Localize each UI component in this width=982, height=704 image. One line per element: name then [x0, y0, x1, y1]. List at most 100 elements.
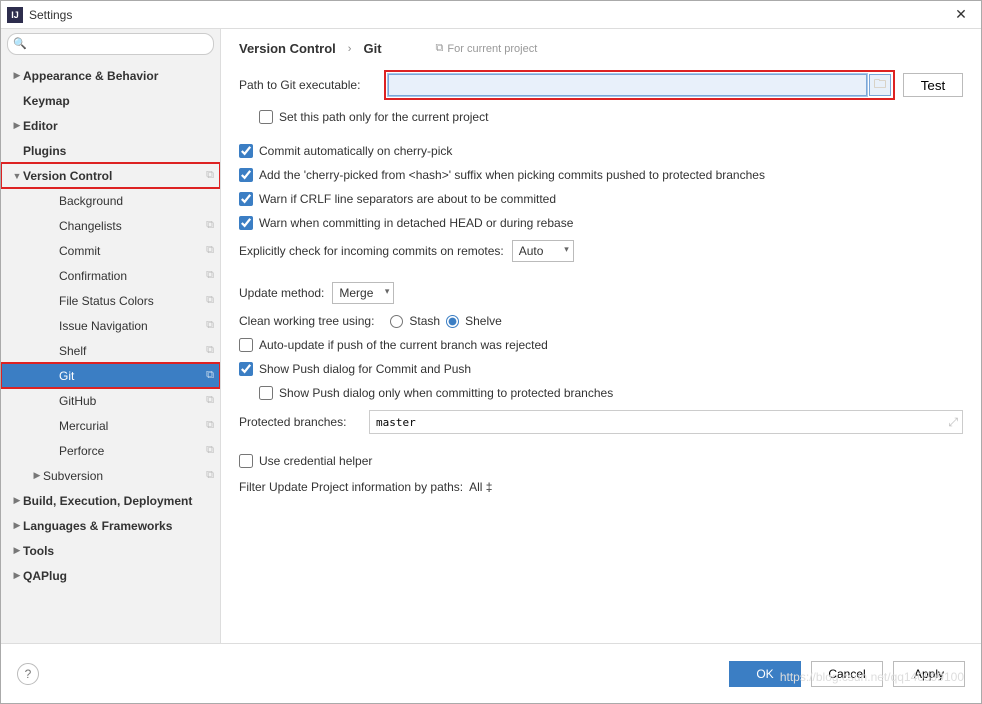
tree-item-qaplug[interactable]: ▶QAPlug — [1, 563, 220, 588]
search-input[interactable] — [7, 33, 214, 55]
copy-icon: ⧉ — [206, 169, 214, 182]
tree-item-subversion[interactable]: ▶Subversion⧉ — [1, 463, 220, 488]
protected-branches-input[interactable] — [369, 410, 963, 434]
breadcrumb-sep: › — [348, 43, 352, 55]
apply-button[interactable]: Apply — [893, 661, 965, 687]
tree-item-tools[interactable]: ▶Tools — [1, 538, 220, 563]
set-path-only-checkbox[interactable] — [259, 110, 273, 124]
scope-label: ⧉For current project — [436, 42, 538, 55]
copy-icon: ⧉ — [206, 344, 214, 357]
tree-label: Confirmation — [59, 269, 206, 283]
arrow-icon: ▶ — [11, 545, 23, 556]
tree-label: Version Control — [23, 169, 206, 183]
tree-label: Subversion — [43, 469, 206, 483]
tree-item-confirmation[interactable]: Confirmation⧉ — [1, 263, 220, 288]
footer: ? OK Cancel Apply — [1, 643, 981, 703]
path-label: Path to Git executable: — [239, 78, 384, 92]
tree-label: Tools — [23, 544, 214, 558]
expand-icon[interactable]: ⤢ — [948, 415, 958, 430]
tree-label: QAPlug — [23, 569, 214, 583]
tree-item-commit[interactable]: Commit⧉ — [1, 238, 220, 263]
auto-update-checkbox[interactable] — [239, 338, 253, 352]
use-cred-checkbox[interactable] — [239, 454, 253, 468]
tree-label: File Status Colors — [59, 294, 206, 308]
add-suffix-checkbox[interactable] — [239, 168, 253, 182]
arrow-icon: ▶ — [31, 470, 43, 481]
tree-label: Languages & Frameworks — [23, 519, 214, 533]
commit-auto-checkbox[interactable] — [239, 144, 253, 158]
tree-label: Git — [59, 369, 206, 383]
test-button[interactable]: Test — [903, 73, 963, 97]
arrow-icon: ▶ — [11, 570, 23, 581]
copy-icon: ⧉ — [206, 469, 214, 482]
copy-icon: ⧉ — [206, 294, 214, 307]
ok-button[interactable]: OK — [729, 661, 801, 687]
cancel-button[interactable]: Cancel — [811, 661, 883, 687]
copy-icon: ⧉ — [206, 444, 214, 457]
tree-label: Build, Execution, Deployment — [23, 494, 214, 508]
browse-button[interactable]: 🗀 — [869, 74, 891, 96]
path-input-highlight: 🗀 — [384, 70, 895, 100]
update-method-select[interactable]: Merge — [332, 282, 394, 304]
tree-item-shelf[interactable]: Shelf⧉ — [1, 338, 220, 363]
tree-label: Mercurial — [59, 419, 206, 433]
tree-item-changelists[interactable]: Changelists⧉ — [1, 213, 220, 238]
tree-label: Perforce — [59, 444, 206, 458]
main-panel: Version Control › Git ⧉For current proje… — [221, 29, 981, 643]
copy-icon: ⧉ — [436, 42, 444, 55]
window-title: Settings — [29, 8, 947, 22]
copy-icon: ⧉ — [206, 419, 214, 432]
tree-item-plugins[interactable]: Plugins — [1, 138, 220, 163]
update-method-label: Update method: — [239, 286, 324, 300]
folder-icon: 🗀 — [874, 75, 886, 96]
arrow-icon: ▼ — [11, 171, 23, 181]
arrow-icon: ▶ — [11, 70, 23, 81]
copy-icon: ⧉ — [206, 219, 214, 232]
filter-label: Filter Update Project information by pat… — [239, 480, 463, 494]
tree-label: GitHub — [59, 394, 206, 408]
tree-label: Keymap — [23, 94, 214, 108]
tree-item-keymap[interactable]: Keymap — [1, 88, 220, 113]
git-path-input[interactable] — [388, 74, 867, 96]
tree-item-git[interactable]: Git⧉ — [1, 363, 220, 388]
filter-value[interactable]: All ‡ — [469, 480, 492, 494]
close-icon[interactable]: ✕ — [947, 6, 975, 23]
tree-item-mercurial[interactable]: Mercurial⧉ — [1, 413, 220, 438]
tree-item-github[interactable]: GitHub⧉ — [1, 388, 220, 413]
app-icon: IJ — [7, 7, 23, 23]
tree-item-perforce[interactable]: Perforce⧉ — [1, 438, 220, 463]
copy-icon: ⧉ — [206, 394, 214, 407]
arrow-icon: ▶ — [11, 120, 23, 131]
warn-crlf-checkbox[interactable] — [239, 192, 253, 206]
tree-item-build-execution-deployment[interactable]: ▶Build, Execution, Deployment — [1, 488, 220, 513]
show-push-checkbox[interactable] — [239, 362, 253, 376]
set-path-only-label: Set this path only for the current proje… — [279, 110, 488, 124]
tree-item-background[interactable]: Background — [1, 188, 220, 213]
help-button[interactable]: ? — [17, 663, 39, 685]
tree-item-issue-navigation[interactable]: Issue Navigation⧉ — [1, 313, 220, 338]
tree-label: Changelists — [59, 219, 206, 233]
sidebar: 🔍 ▶Appearance & BehaviorKeymap▶EditorPlu… — [1, 29, 221, 643]
arrow-icon: ▶ — [11, 495, 23, 506]
tree-label: Issue Navigation — [59, 319, 206, 333]
tree-item-appearance-behavior[interactable]: ▶Appearance & Behavior — [1, 63, 220, 88]
copy-icon: ⧉ — [206, 319, 214, 332]
clean-tree-label: Clean working tree using: — [239, 314, 374, 328]
copy-icon: ⧉ — [206, 369, 214, 382]
shelve-radio[interactable] — [446, 315, 459, 328]
copy-icon: ⧉ — [206, 244, 214, 257]
settings-tree: ▶Appearance & Behavior Keymap ▶EditorPlugi… — [1, 59, 220, 643]
show-push-protected-checkbox[interactable] — [259, 386, 273, 400]
warn-detached-checkbox[interactable] — [239, 216, 253, 230]
arrow-icon: ▶ — [11, 520, 23, 531]
explicit-check-select[interactable]: Auto — [512, 240, 574, 262]
tree-item-version-control[interactable]: ▼Version Control⧉ — [1, 163, 220, 188]
tree-item-languages-frameworks[interactable]: ▶Languages & Frameworks — [1, 513, 220, 538]
stash-radio[interactable] — [390, 315, 403, 328]
copy-icon: ⧉ — [206, 269, 214, 282]
titlebar: IJ Settings ✕ — [1, 1, 981, 29]
tree-item-editor[interactable]: ▶Editor — [1, 113, 220, 138]
tree-item-file-status-colors[interactable]: File Status Colors⧉ — [1, 288, 220, 313]
breadcrumb-parent[interactable]: Version Control — [239, 41, 336, 56]
protected-label: Protected branches: — [239, 415, 369, 429]
